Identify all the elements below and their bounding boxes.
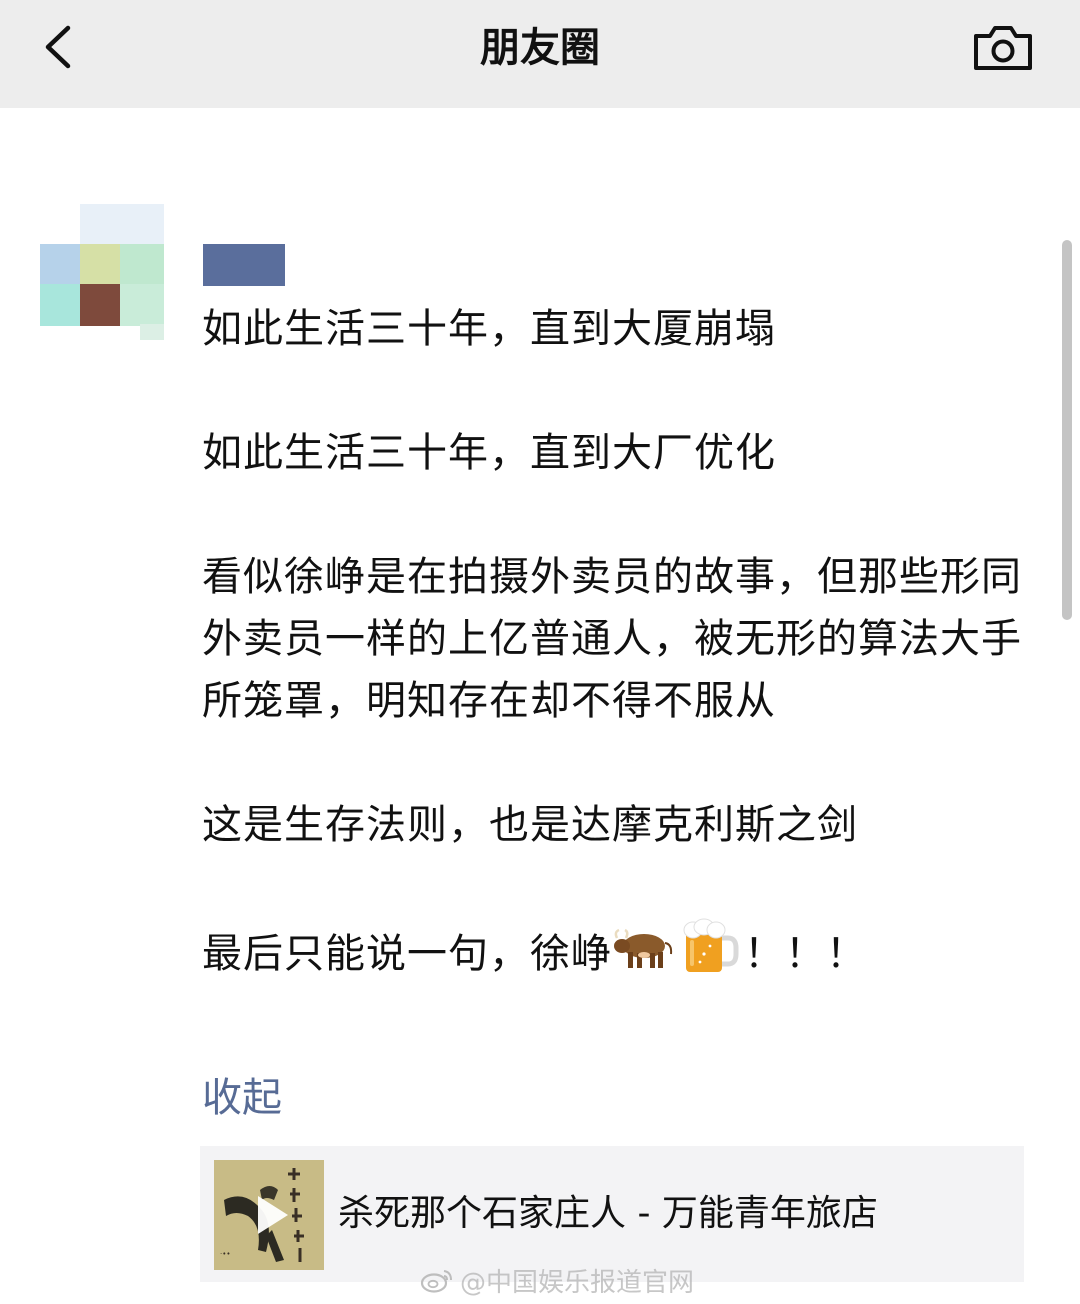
username-redacted[interactable] [203,244,285,286]
album-cover: ·•• [214,1160,324,1270]
watermark-text: @中国娱乐报道官网 [460,1267,695,1298]
collapse-link[interactable]: 收起 [202,1070,282,1126]
post-paragraph: 这是生存法则，也是达摩克利斯之剑 [202,802,858,848]
post-paragraph: 如此生活三十年，直到大厂优化 [202,430,776,476]
weibo-logo [420,1270,452,1293]
camera-icon[interactable] [972,24,1034,72]
music-title: 杀死那个石家庄人 - 万能青年旅店 [338,1193,878,1234]
watermark: @中国娱乐报道官网 [420,1262,694,1298]
page-title: 朋友圈 [480,25,600,71]
scrollbar[interactable] [1062,240,1072,620]
svg-text:·••: ·•• [220,1250,230,1258]
post-last-line-prefix: 最后只能说一句，徐峥 [202,931,612,977]
post-paragraph: 看似徐峥是在拍摄外卖员的故事，但那些形同外卖员一样的上亿普通人，被无形的算法大手… [202,554,1022,724]
beer-emoji [680,918,742,994]
nav-bar: 朋友圈 [0,0,1080,108]
avatar[interactable] [40,204,164,340]
ox-emoji [614,922,676,990]
post-last-line-suffix: ！！！ [744,931,867,977]
post-paragraph: 如此生活三十年，直到大厦崩塌 [202,306,776,352]
post-last-line: 最后只能说一句，徐峥 ！！！ [202,918,1022,994]
play-icon[interactable] [242,1188,296,1242]
post-content: 如此生活三十年，直到大厦崩塌 如此生活三十年，直到大厂优化 看似徐峥是在拍摄外卖… [202,298,1022,994]
